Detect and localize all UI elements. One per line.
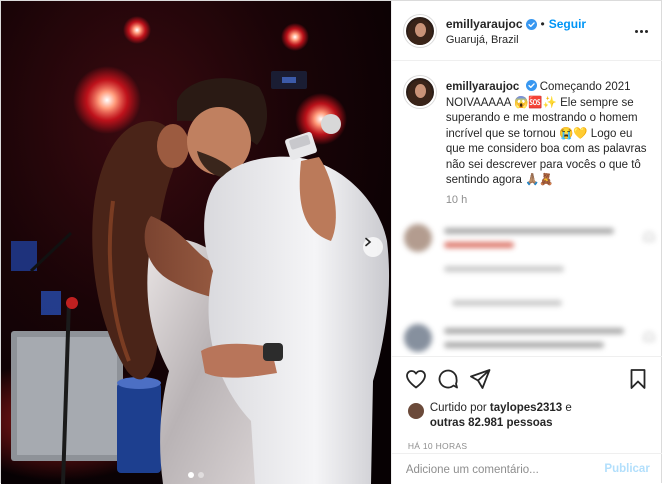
post-side-panel: emillyaraujoc • Seguir Guarujá, Brazil e… xyxy=(390,1,662,485)
bookmark-icon[interactable] xyxy=(626,367,650,391)
verified-badge-icon xyxy=(525,18,537,30)
post-location[interactable]: Guarujá, Brazil xyxy=(446,34,519,46)
couple-kissing-photo xyxy=(1,1,391,484)
author-line: emillyaraujoc • Seguir xyxy=(446,17,586,31)
liker-avatar[interactable] xyxy=(407,403,424,419)
carousel-indicator xyxy=(1,472,391,478)
likes-count-link[interactable]: outras 82.981 pessoas xyxy=(430,417,553,429)
comments-area: emillyaraujoc Começando 2021 NOIVAAAAA 😱… xyxy=(392,62,662,355)
carousel-next-button[interactable] xyxy=(363,237,383,257)
follow-button[interactable]: Seguir xyxy=(549,17,586,31)
author-avatar[interactable] xyxy=(403,15,436,47)
publish-button[interactable]: Publicar xyxy=(604,463,649,475)
likes-text: Curtido por taylopes2313 e outras 82.981… xyxy=(430,401,630,431)
likes-conjunction: e xyxy=(565,402,572,414)
author-username[interactable]: emillyaraujoc xyxy=(446,17,523,31)
carousel-dot xyxy=(197,472,204,478)
caption-body: Começando 2021 NOIVAAAAA 😱🆘✨ Ele sempre … xyxy=(445,81,647,186)
caption-text: emillyaraujoc Começando 2021 NOIVAAAAA 😱… xyxy=(446,80,651,189)
post-photo[interactable] xyxy=(1,1,391,484)
comment-input[interactable] xyxy=(405,457,596,483)
chevron-right-icon xyxy=(365,237,372,247)
blurred-replies xyxy=(404,294,654,314)
blurred-comment xyxy=(403,224,654,284)
heart-icon[interactable] xyxy=(404,367,428,391)
add-comment-bar: Publicar xyxy=(391,453,662,485)
comment-icon[interactable] xyxy=(436,367,460,391)
header-separator: • xyxy=(540,17,545,31)
paper-plane-icon[interactable] xyxy=(468,367,492,391)
post-header: emillyaraujoc • Seguir Guarujá, Brazil xyxy=(391,1,662,61)
carousel-dot-active xyxy=(187,472,194,478)
verified-badge-icon xyxy=(525,80,537,91)
caption-username[interactable]: emillyaraujoc xyxy=(446,81,520,93)
blurred-comment xyxy=(403,324,654,355)
caption-time: 10 h xyxy=(445,194,468,206)
more-options-icon[interactable] xyxy=(634,25,650,37)
instagram-post: emillyaraujoc • Seguir Guarujá, Brazil e… xyxy=(0,0,662,485)
post-timestamp[interactable]: HÁ 10 HORAS xyxy=(408,441,468,451)
likes-prefix: Curtido por xyxy=(429,402,487,414)
post-actions: Curtido por taylopes2313 e outras 82.981… xyxy=(391,356,662,485)
liker-username[interactable]: taylopes2313 xyxy=(490,402,562,414)
caption-avatar[interactable] xyxy=(403,76,436,108)
